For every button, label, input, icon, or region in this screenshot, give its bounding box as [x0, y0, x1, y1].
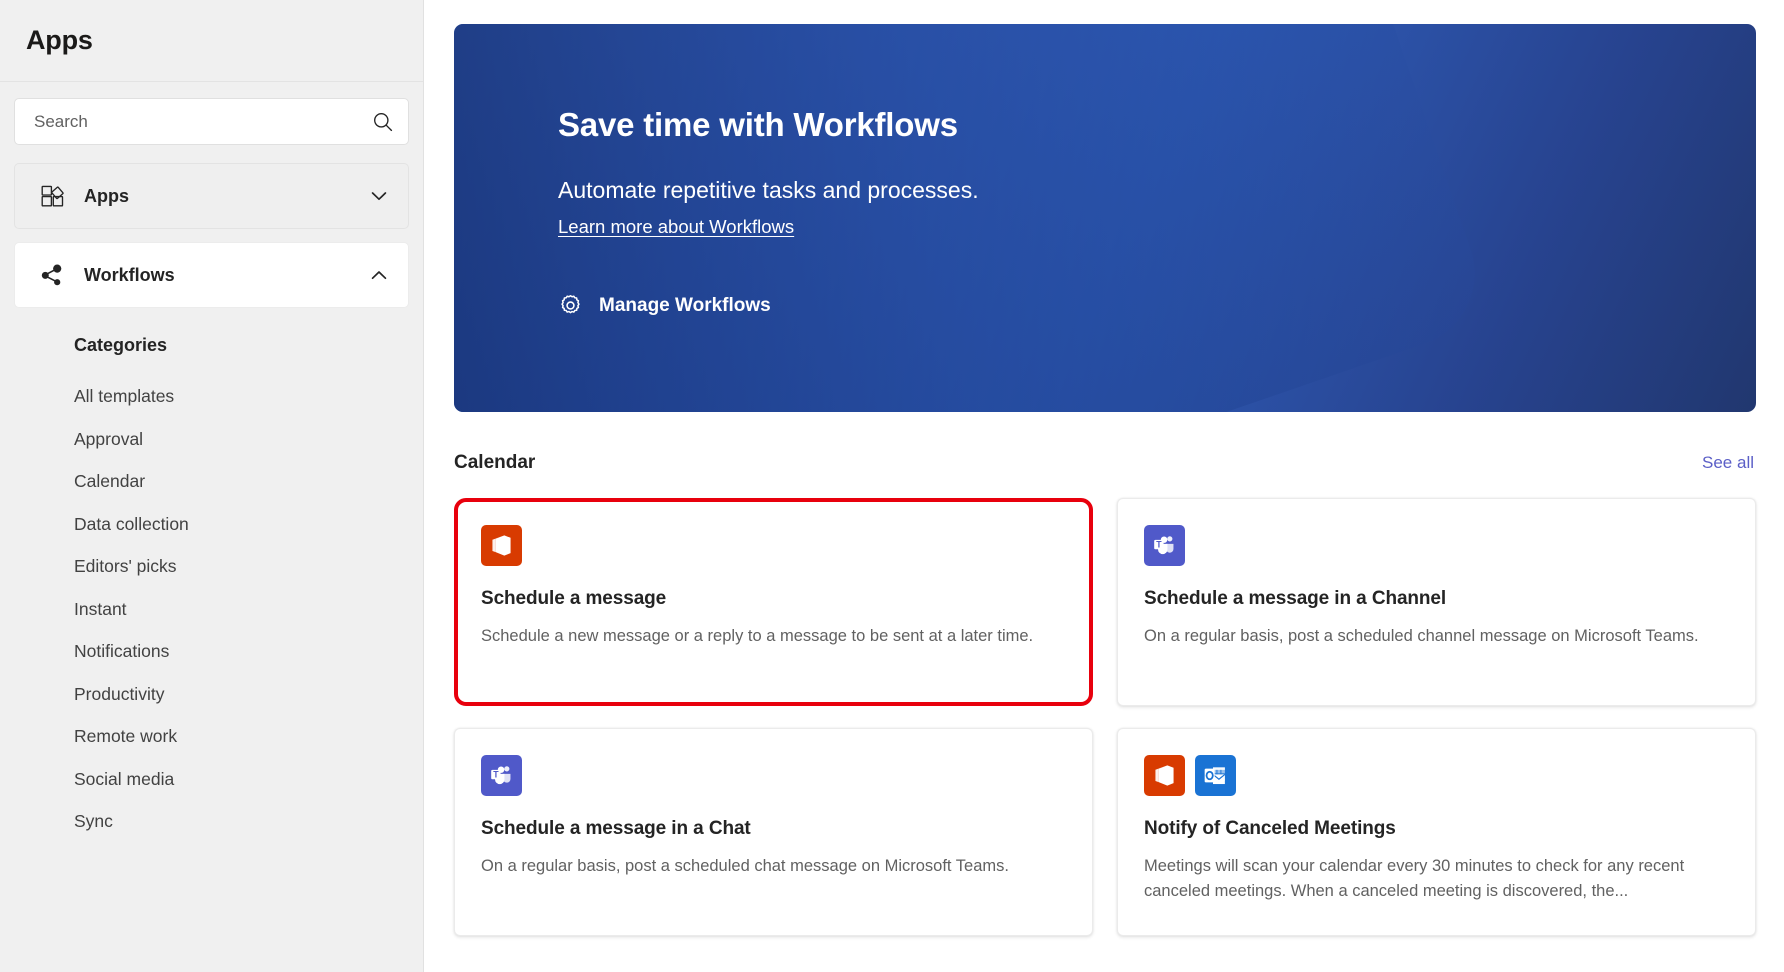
main-content: Save time with Workflows Automate repeti…: [424, 0, 1784, 972]
teams-icon: T: [1144, 525, 1185, 566]
card-icons: [1144, 755, 1727, 796]
workflows-nodes-icon: [39, 263, 65, 288]
hero-subtitle: Automate repetitive tasks and processes.: [558, 177, 1756, 204]
categories-heading: Categories: [74, 335, 409, 356]
card-description: Meetings will scan your calendar every 3…: [1144, 854, 1727, 904]
card-title: Schedule a message: [481, 588, 1064, 610]
category-calendar[interactable]: Calendar: [74, 460, 409, 503]
svg-text:T: T: [493, 769, 499, 779]
card-title: Notify of Canceled Meetings: [1144, 818, 1727, 840]
teams-icon: T: [481, 755, 522, 796]
sidebar-item-apps-label: Apps: [84, 186, 368, 207]
search-box[interactable]: [14, 98, 409, 145]
search-input[interactable]: [34, 112, 372, 132]
template-card-schedule-a-message[interactable]: Schedule a message Schedule a new messag…: [454, 498, 1093, 706]
card-description: On a regular basis, post a scheduled cha…: [1144, 624, 1727, 649]
page-title: Apps: [26, 25, 93, 56]
apps-workflows-page: Apps: [0, 0, 1784, 972]
card-icons: [481, 525, 1064, 566]
template-card-schedule-a-message-in-a-chat[interactable]: T Schedule a message in a Chat On a regu…: [454, 728, 1093, 936]
categories-list: Categories All templates Approval Calend…: [14, 321, 409, 843]
chevron-up-icon[interactable]: [368, 264, 390, 286]
chevron-down-icon[interactable]: [368, 185, 390, 207]
sidebar-header: Apps: [0, 0, 423, 82]
card-title: Schedule a message in a Chat: [481, 818, 1064, 840]
template-card-schedule-a-message-in-a-channel[interactable]: T Schedule a message in a Channel On a r…: [1117, 498, 1756, 706]
category-social-media[interactable]: Social media: [74, 758, 409, 801]
card-description: On a regular basis, post a scheduled cha…: [481, 854, 1064, 879]
card-icons: T: [1144, 525, 1727, 566]
sidebar: Apps: [0, 0, 424, 972]
category-editors-picks[interactable]: Editors' picks: [74, 545, 409, 588]
learn-more-link[interactable]: Learn more about Workflows: [558, 216, 794, 238]
see-all-link[interactable]: See all: [1702, 453, 1754, 473]
category-instant[interactable]: Instant: [74, 588, 409, 631]
category-approval[interactable]: Approval: [74, 418, 409, 461]
office-icon: [481, 525, 522, 566]
search-icon[interactable]: [372, 111, 394, 133]
category-notifications[interactable]: Notifications: [74, 630, 409, 673]
category-sync[interactable]: Sync: [74, 800, 409, 843]
outlook-icon: [1195, 755, 1236, 796]
manage-workflows-label: Manage Workflows: [599, 295, 771, 317]
calendar-section-header: Calendar See all: [454, 452, 1756, 474]
category-productivity[interactable]: Productivity: [74, 673, 409, 716]
manage-workflows-button[interactable]: Manage Workflows: [558, 293, 771, 318]
gear-icon: [558, 293, 583, 318]
category-data-collection[interactable]: Data collection: [74, 503, 409, 546]
hero-content: Save time with Workflows Automate repeti…: [454, 24, 1756, 318]
card-description: Schedule a new message or a reply to a m…: [481, 624, 1064, 649]
hero-title: Save time with Workflows: [558, 106, 1756, 144]
template-card-grid: Schedule a message Schedule a new messag…: [454, 498, 1756, 936]
template-card-notify-of-canceled-meetings[interactable]: Notify of Canceled Meetings Meetings wil…: [1117, 728, 1756, 936]
sidebar-body: Apps Workflo: [0, 82, 423, 843]
workflows-hero-banner: Save time with Workflows Automate repeti…: [454, 24, 1756, 412]
sidebar-item-workflows-label: Workflows: [84, 265, 368, 286]
category-all-templates[interactable]: All templates: [74, 375, 409, 418]
sidebar-item-apps[interactable]: Apps: [14, 163, 409, 229]
svg-text:T: T: [1156, 539, 1162, 549]
apps-grid-icon: [39, 184, 65, 209]
office-icon: [1144, 755, 1185, 796]
card-title: Schedule a message in a Channel: [1144, 588, 1727, 610]
category-remote-work[interactable]: Remote work: [74, 715, 409, 758]
sidebar-item-workflows[interactable]: Workflows: [14, 242, 409, 308]
section-title: Calendar: [454, 452, 535, 474]
card-icons: T: [481, 755, 1064, 796]
